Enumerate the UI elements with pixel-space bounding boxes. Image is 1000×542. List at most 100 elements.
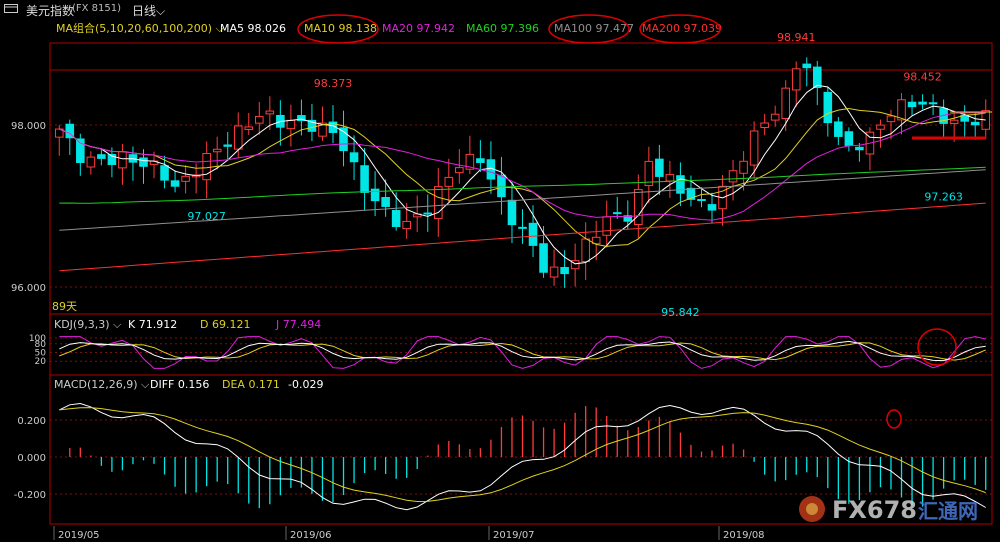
candle (486, 141, 496, 194)
ma20-line (59, 112, 986, 221)
candle (707, 192, 717, 224)
candle-body (455, 167, 464, 174)
kdj-tick-label: 20 (35, 357, 47, 367)
candle (676, 162, 685, 207)
ma-legend-ma100: MA100 97.477 (554, 22, 634, 35)
x-axis-date-label: 2019/08 (723, 530, 765, 541)
candle (918, 94, 927, 110)
candle (118, 144, 127, 185)
candle (560, 250, 569, 288)
candle (602, 200, 612, 248)
candle (612, 196, 622, 220)
macd-tick-label: 0.200 (17, 416, 46, 427)
candle (770, 105, 780, 127)
candle (928, 94, 938, 116)
candle-body (549, 266, 559, 278)
candle-body (476, 158, 485, 163)
candle (802, 57, 812, 87)
candle-body (907, 101, 917, 108)
candle-body (602, 216, 612, 236)
candle (749, 121, 759, 179)
candle (444, 158, 454, 203)
candle (876, 119, 885, 148)
candle (507, 182, 517, 244)
candle-body (949, 119, 959, 124)
candle (223, 131, 233, 161)
candle-body (539, 243, 548, 273)
price-annotation: 97.027 (187, 210, 226, 223)
kdj-tick-label: 50 (35, 349, 47, 359)
x-axis-date-label: 2019/06 (290, 530, 332, 541)
candle (823, 86, 833, 137)
candlestick-chart[interactable]: 96.00098.000MA组合(5,10,20,60,100,200) ⌵MA… (0, 0, 1000, 542)
candle-body (844, 131, 854, 146)
candle-body (402, 220, 411, 230)
ma-legend-title: MA组合(5,10,20,60,100,200) ⌵ (56, 21, 225, 35)
candle-body (581, 238, 590, 263)
price-annotation: 98.452 (903, 70, 942, 83)
candle-body (97, 154, 106, 159)
candle (465, 135, 475, 175)
candle-body (802, 63, 812, 69)
x-axis-date-label: 2019/05 (58, 530, 100, 541)
candle-body (528, 222, 538, 246)
candle-body (381, 197, 390, 207)
watermark-logo-inner (806, 503, 818, 515)
candle (791, 61, 801, 107)
candle (339, 110, 348, 167)
candle-body (612, 212, 622, 215)
candle-body (349, 152, 359, 163)
candle-body (655, 158, 664, 177)
candle (644, 146, 654, 204)
macd-annotation-circle (886, 409, 902, 429)
candle (212, 136, 222, 170)
candle-body (697, 199, 706, 202)
candle-body (86, 156, 96, 168)
candle-body (918, 101, 927, 105)
candle (170, 170, 180, 193)
kdj-tick-label: 100 (29, 334, 46, 344)
candle (812, 60, 822, 106)
candle-body (223, 144, 233, 147)
ma-legend-ma60: MA60 97.396 (466, 22, 539, 35)
candle (760, 113, 769, 136)
candle (423, 194, 433, 232)
candle-body (770, 113, 780, 121)
candle (349, 135, 359, 181)
price-annotation: 98.941 (777, 31, 816, 44)
price-annotation: 95.842 (661, 306, 700, 319)
candle-body (560, 267, 569, 275)
kdj-d-value: D 69.121 (200, 318, 250, 331)
kdj-j-value: J 77.494 (275, 318, 321, 331)
candle-body (255, 115, 264, 124)
candle-body (170, 180, 180, 187)
price-annotation: 97.263 (924, 191, 963, 204)
candle-body (634, 189, 643, 226)
candle-body (286, 119, 296, 130)
candle-body (181, 175, 190, 182)
watermark: FX678 汇通网 (799, 496, 978, 524)
candle (181, 165, 190, 194)
candle-body (781, 87, 790, 119)
candle (865, 127, 875, 171)
candle (497, 156, 506, 215)
macd-tick-label: -0.200 (14, 490, 46, 501)
ma-legend-ma5: MA5 98.026 (220, 22, 286, 35)
ma-legend-ma200: MA200 97.039 (642, 22, 722, 35)
candle (360, 148, 369, 211)
watermark-subtext: 汇通网 (918, 499, 978, 523)
candle (244, 112, 254, 135)
candle (581, 222, 590, 281)
candle (897, 93, 906, 135)
candle (907, 94, 917, 116)
candle-body (791, 68, 801, 91)
candle (255, 102, 264, 135)
price-tick-label: 98.000 (11, 121, 46, 132)
candle-body (855, 146, 864, 151)
candle-body (118, 151, 127, 169)
macd-diff-value: DIFF 0.156 (150, 378, 209, 391)
candle-body (834, 121, 843, 137)
macd-tick-label: 0.000 (17, 453, 46, 464)
candle-body (518, 226, 527, 229)
macd-value: -0.029 (288, 378, 323, 391)
